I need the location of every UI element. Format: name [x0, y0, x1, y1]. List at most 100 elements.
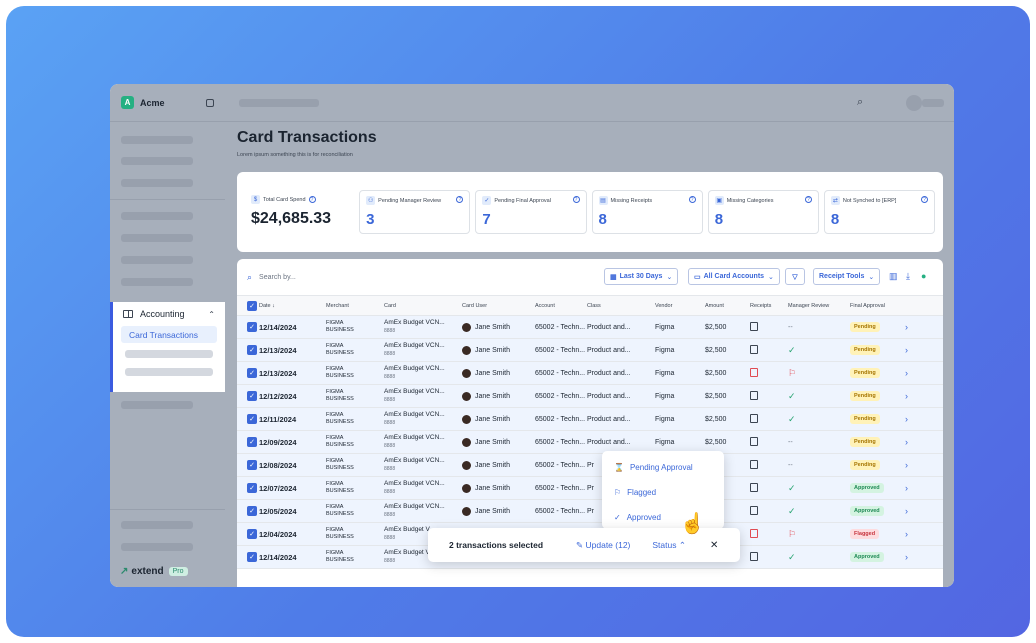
- account-cell[interactable]: 65002 - Techn...: [535, 315, 587, 339]
- class-cell[interactable]: Product and...: [587, 315, 655, 339]
- manager-review-cell[interactable]: ✓: [788, 499, 850, 523]
- column-header[interactable]: Card User: [462, 295, 535, 316]
- row-checkbox[interactable]: ✓: [247, 391, 257, 401]
- account-cell[interactable]: 65002 - Techn...: [535, 407, 587, 431]
- manager-review-cell[interactable]: ✓: [788, 545, 850, 569]
- update-button[interactable]: ✎ Update (12): [576, 540, 630, 551]
- table-row[interactable]: ✓ 12/09/2024 FIGMA BUSINESS AmEx Budget VCN.…: [237, 430, 943, 454]
- table-row[interactable]: ✓ 12/07/2024 FIGMA BUSINESS AmEx Budget VCN.…: [237, 476, 943, 500]
- table-row[interactable]: ✓ 12/13/2024 FIGMA BUSINESS AmEx Budget VCN.…: [237, 338, 943, 362]
- row-checkbox[interactable]: ✓: [247, 552, 257, 562]
- receipt-cell[interactable]: [750, 522, 788, 546]
- receipt-cell[interactable]: [750, 545, 788, 569]
- help-icon[interactable]: ?: [921, 196, 929, 203]
- account-cell[interactable]: 65002 - Techn...: [535, 384, 587, 408]
- chevron-right-icon[interactable]: ›: [905, 460, 908, 470]
- row-open-cell[interactable]: ›: [905, 338, 943, 362]
- row-checkbox[interactable]: ✓: [247, 322, 257, 332]
- date-filter-button[interactable]: ▦ Last 30 Days ⌄: [604, 268, 679, 285]
- chevron-right-icon[interactable]: ›: [905, 345, 908, 355]
- stat-missing-categories[interactable]: ▣ Missing Categories ? 8: [707, 190, 819, 234]
- stat-pending-final[interactable]: ✓ Pending Final Approval ? 7: [475, 190, 587, 234]
- class-cell[interactable]: Product and...: [587, 338, 655, 362]
- select-all-checkbox[interactable]: ✓: [247, 300, 257, 311]
- receipt-tools-button[interactable]: Receipt Tools ⌄: [813, 268, 881, 285]
- receipt-cell[interactable]: [750, 430, 788, 454]
- row-checkbox[interactable]: ✓: [247, 368, 257, 378]
- close-icon[interactable]: ✕: [710, 540, 718, 551]
- filter-button[interactable]: ▽: [785, 268, 805, 285]
- table-row[interactable]: ✓ 12/11/2024 FIGMA BUSINESS AmEx Budget VCN.…: [237, 407, 943, 431]
- receipt-cell[interactable]: [750, 315, 788, 339]
- sidebar-item-card-transactions[interactable]: Card Transactions: [121, 326, 217, 343]
- row-open-cell[interactable]: ›: [905, 545, 943, 569]
- account-cell[interactable]: 65002 - Techn...: [535, 338, 587, 362]
- menu-item-flagged[interactable]: ⚐ Flagged: [602, 480, 724, 505]
- stat-missing-receipts[interactable]: ▤ Missing Receipts ? 8: [591, 190, 703, 234]
- column-header[interactable]: Final Approval: [850, 295, 905, 316]
- row-open-cell[interactable]: ›: [905, 315, 943, 339]
- search-icon[interactable]: ⌕: [857, 96, 863, 109]
- stat-pending-manager[interactable]: ⚇ Pending Manager Review ? 3: [359, 190, 471, 234]
- column-header[interactable]: Vendor: [655, 295, 705, 316]
- card-accounts-filter-button[interactable]: ▭ All Card Accounts ⌄: [688, 268, 780, 285]
- search-input[interactable]: ⌕ Search by...: [247, 272, 296, 283]
- help-icon[interactable]: ?: [572, 196, 580, 203]
- column-header[interactable]: Merchant: [326, 295, 384, 316]
- menu-item-approved[interactable]: ✓ Approved: [602, 505, 724, 530]
- column-header[interactable]: Card: [384, 295, 462, 316]
- manager-review-cell[interactable]: --: [788, 315, 850, 339]
- row-open-cell[interactable]: ›: [905, 522, 943, 546]
- receipt-cell[interactable]: [750, 476, 788, 500]
- row-open-cell[interactable]: ›: [905, 384, 943, 408]
- table-row[interactable]: ✓ 12/05/2024 FIGMA BUSINESS AmEx Budget VCN.…: [237, 499, 943, 523]
- row-checkbox[interactable]: ✓: [247, 483, 257, 493]
- chevron-right-icon[interactable]: ›: [905, 437, 908, 447]
- table-row[interactable]: ✓ 12/14/2024 FIGMA BUSINESS AmEx Budget VCN.…: [237, 315, 943, 339]
- account-cell[interactable]: 65002 - Techn...: [535, 453, 587, 477]
- manager-review-cell[interactable]: ⚐: [788, 522, 850, 546]
- row-open-cell[interactable]: ›: [905, 499, 943, 523]
- chevron-right-icon[interactable]: ›: [905, 552, 908, 562]
- receipt-cell[interactable]: [750, 499, 788, 523]
- chevron-right-icon[interactable]: ›: [905, 483, 908, 493]
- help-icon[interactable]: ?: [804, 196, 812, 203]
- row-open-cell[interactable]: ›: [905, 476, 943, 500]
- sync-status-icon[interactable]: ●: [921, 271, 926, 281]
- manager-review-cell[interactable]: ✓: [788, 338, 850, 362]
- row-checkbox[interactable]: ✓: [247, 437, 257, 447]
- row-checkbox[interactable]: ✓: [247, 460, 257, 470]
- manager-review-cell[interactable]: ✓: [788, 476, 850, 500]
- account-cell[interactable]: 65002 - Techn...: [535, 499, 587, 523]
- table-row[interactable]: ✓ 12/12/2024 FIGMA BUSINESS AmEx Budget VCN.…: [237, 384, 943, 408]
- row-open-cell[interactable]: ›: [905, 361, 943, 385]
- help-icon[interactable]: ?: [688, 196, 696, 203]
- workspace-header[interactable]: A Acme: [110, 84, 225, 122]
- chevron-right-icon[interactable]: ›: [905, 414, 908, 424]
- columns-icon[interactable]: ▥: [889, 271, 898, 282]
- row-open-cell[interactable]: ›: [905, 453, 943, 477]
- column-header[interactable]: Date ↓: [259, 295, 326, 316]
- chevron-right-icon[interactable]: ›: [905, 391, 908, 401]
- column-header[interactable]: Account: [535, 295, 587, 316]
- manager-review-cell[interactable]: ✓: [788, 407, 850, 431]
- table-row[interactable]: ✓ 12/08/2024 FIGMA BUSINESS AmEx Budget VCN.…: [237, 453, 943, 477]
- manager-review-cell[interactable]: --: [788, 453, 850, 477]
- class-cell[interactable]: Product and...: [587, 361, 655, 385]
- receipt-cell[interactable]: [750, 384, 788, 408]
- chevron-right-icon[interactable]: ›: [905, 529, 908, 539]
- avatar[interactable]: [906, 95, 922, 111]
- row-checkbox[interactable]: ✓: [247, 506, 257, 516]
- account-cell[interactable]: 65002 - Techn...: [535, 476, 587, 500]
- stat-not-synched[interactable]: ⇄ Not Synched to [ERP] ? 8: [823, 190, 936, 234]
- chevron-right-icon[interactable]: ›: [905, 506, 908, 516]
- class-cell[interactable]: Product and...: [587, 407, 655, 431]
- column-header[interactable]: Class: [587, 295, 655, 316]
- column-header[interactable]: Manager Review: [788, 295, 850, 316]
- column-header[interactable]: Amount: [705, 295, 750, 316]
- column-header[interactable]: Receipts: [750, 295, 788, 316]
- manager-review-cell[interactable]: --: [788, 430, 850, 454]
- manager-review-cell[interactable]: ✓: [788, 384, 850, 408]
- class-cell[interactable]: Product and...: [587, 384, 655, 408]
- manager-review-cell[interactable]: ⚐: [788, 361, 850, 385]
